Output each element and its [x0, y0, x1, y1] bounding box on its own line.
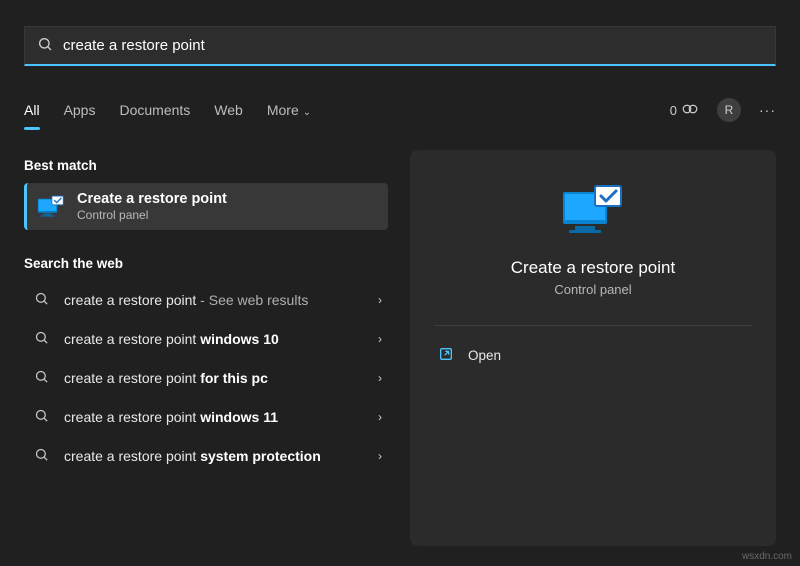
chevron-right-icon: ›: [378, 332, 382, 346]
best-match-label: Best match: [24, 158, 388, 173]
web-result[interactable]: create a restore point windows 11 ›: [24, 398, 388, 437]
search-icon: [32, 447, 50, 465]
open-icon: [438, 346, 454, 365]
preview-subtitle: Control panel: [554, 282, 631, 297]
divider: [434, 325, 752, 326]
open-action[interactable]: Open: [434, 338, 752, 373]
filter-tabs: All Apps Documents Web More⌄ 0 R ···: [24, 96, 776, 124]
open-label: Open: [468, 348, 501, 363]
tab-apps[interactable]: Apps: [64, 96, 96, 124]
search-bar[interactable]: [24, 26, 776, 66]
web-result-text: create a restore point windows 10: [64, 330, 372, 349]
preview-pane: Create a restore point Control panel Ope…: [410, 150, 776, 546]
web-result-text: create a restore point - See web results: [64, 291, 372, 310]
tab-web[interactable]: Web: [214, 96, 243, 124]
web-result-text: create a restore point system protection: [64, 447, 372, 466]
results-column: Best match Create a restore point Contro…: [24, 158, 388, 475]
chevron-down-icon: ⌄: [303, 107, 311, 118]
web-result[interactable]: create a restore point - See web results…: [24, 281, 388, 320]
search-icon: [32, 408, 50, 426]
restore-point-icon: [37, 193, 65, 221]
best-match-subtitle: Control panel: [77, 208, 227, 222]
chevron-right-icon: ›: [378, 449, 382, 463]
rewards-badge[interactable]: 0: [670, 100, 699, 121]
chevron-right-icon: ›: [378, 293, 382, 307]
avatar[interactable]: R: [717, 98, 741, 122]
web-result-text: create a restore point windows 11: [64, 408, 372, 427]
web-result-text: create a restore point for this pc: [64, 369, 372, 388]
preview-title: Create a restore point: [511, 258, 675, 278]
chevron-right-icon: ›: [378, 371, 382, 385]
web-result[interactable]: create a restore point windows 10 ›: [24, 320, 388, 359]
tab-all[interactable]: All: [24, 96, 40, 124]
tab-documents[interactable]: Documents: [119, 96, 190, 124]
more-icon[interactable]: ···: [759, 102, 776, 118]
search-input[interactable]: [63, 37, 763, 54]
search-icon: [32, 291, 50, 309]
search-icon: [32, 369, 50, 387]
web-result[interactable]: create a restore point system protection…: [24, 437, 388, 476]
tab-more[interactable]: More⌄: [267, 96, 311, 124]
search-icon: [32, 330, 50, 348]
rewards-icon: [681, 100, 699, 121]
best-match-title: Create a restore point: [77, 191, 227, 207]
chevron-right-icon: ›: [378, 410, 382, 424]
rewards-points: 0: [670, 103, 677, 118]
search-web-label: Search the web: [24, 256, 388, 271]
web-result[interactable]: create a restore point for this pc ›: [24, 359, 388, 398]
restore-point-icon: [561, 184, 625, 238]
best-match-item[interactable]: Create a restore point Control panel: [24, 183, 388, 230]
watermark: wsxdn.com: [742, 551, 792, 562]
web-results-list: create a restore point - See web results…: [24, 281, 388, 475]
search-icon: [37, 36, 53, 56]
